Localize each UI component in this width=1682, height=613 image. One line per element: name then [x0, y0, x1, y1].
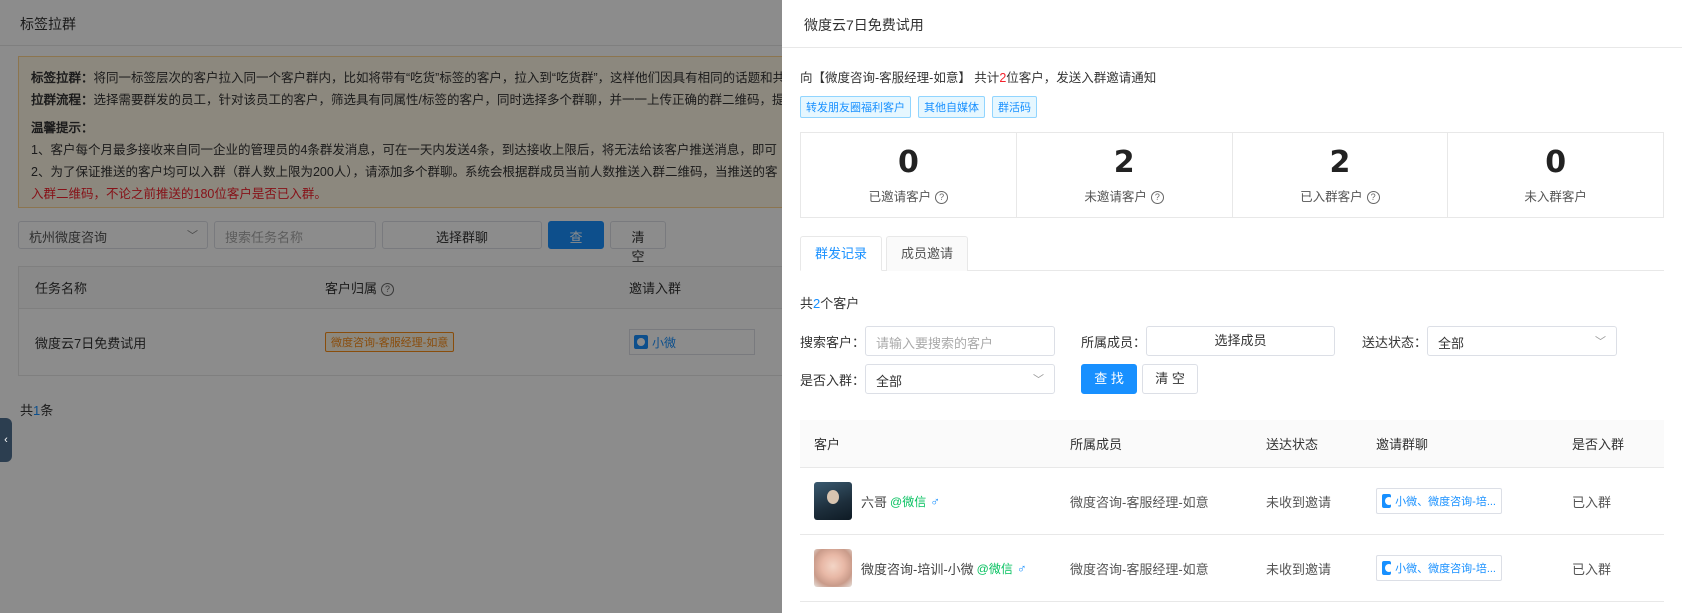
stats-panel: 0 已邀请客户? 2 未邀请客户? 2 已入群客户? 0 未入群客户: [800, 132, 1664, 218]
customer-total: 共2个客户: [800, 293, 1664, 312]
joined-label: 是否入群：: [800, 372, 866, 388]
status-cell: 未收到邀请: [1266, 561, 1332, 577]
stat-label: 已邀请客户: [868, 190, 932, 204]
total-prefix: 共: [800, 296, 814, 311]
column-header: 邀请群聊: [1376, 437, 1429, 452]
avatar: [814, 549, 852, 587]
group-icon: [1382, 561, 1394, 575]
male-icon: ♂: [930, 493, 940, 509]
tab-bar: 群发记录 成员邀请: [800, 236, 1664, 271]
tag-list: 转发朋友圈福利客户 其他自媒体 群活码: [800, 96, 1664, 118]
customer-tag: 群活码: [992, 96, 1037, 118]
clear-button[interactable]: 清 空: [1142, 364, 1199, 394]
customer-name: 六哥: [861, 494, 888, 510]
wechat-source: @微信: [976, 561, 1013, 576]
drawer-title: 微度云7日免费试用: [782, 0, 1682, 48]
stat-label: 未邀请客户: [1084, 190, 1147, 204]
customer-search-label: 搜索客户：: [800, 334, 866, 350]
joined-select[interactable]: 全部 ﹀: [865, 364, 1056, 394]
table-header: 客户 所属成员 送达状态 邀请群聊 是否入群: [800, 420, 1664, 468]
status-cell: 未收到邀请: [1266, 494, 1332, 510]
invite-suffix: 位客户，发送入群邀请通知: [1006, 71, 1157, 85]
total-suffix: 个客户: [820, 296, 860, 311]
detail-drawer: 微度云7日免费试用 向【微度咨询-客服经理-如意】 共计2位客户，发送入群邀请通…: [782, 0, 1682, 613]
stat-label: 未入群客户: [1524, 190, 1587, 204]
joined-select-value: 全部: [876, 374, 903, 389]
stat-value: 2: [1329, 145, 1351, 180]
help-icon[interactable]: ?: [1366, 191, 1380, 205]
stat-value: 0: [897, 145, 919, 180]
avatar: [814, 482, 852, 520]
joined-cell: 已入群: [1572, 561, 1612, 577]
member-label: 所属成员：: [1081, 334, 1147, 350]
customer-tag: 转发朋友圈福利客户: [800, 96, 911, 118]
group-chip-label: 小微、微度咨询-培...: [1395, 563, 1496, 575]
column-header: 是否入群: [1572, 437, 1625, 452]
column-header: 所属成员: [1070, 437, 1123, 452]
wechat-source: @微信: [890, 494, 927, 509]
stat-not-joined: 0 未入群客户: [1448, 133, 1663, 217]
group-chip[interactable]: 小微、微度咨询-培...: [1376, 555, 1502, 581]
stat-invited: 0 已邀请客户?: [801, 133, 1017, 217]
table-row[interactable]: 微度咨询-培训-小微 @微信 ♂ 微度咨询-客服经理-如意 未收到邀请 小微、微…: [800, 535, 1664, 602]
stat-not-invited: 2 未邀请客户?: [1017, 133, 1233, 217]
customer-tag: 其他自媒体: [918, 96, 985, 118]
filter-row: 搜索客户： 请输入要搜索的客户 所属成员： 选择成员 送达状态： 全部 ﹀: [800, 326, 1664, 356]
customer-name: 微度咨询-培训-小微: [861, 561, 974, 577]
filter-row: 是否入群： 全部 ﹀ 查 找 清 空: [800, 364, 1664, 394]
collapse-sidebar-button[interactable]: ‹: [0, 418, 12, 462]
column-header: 送达状态: [1266, 437, 1319, 452]
tab-member-invite[interactable]: 成员邀请: [886, 236, 969, 271]
status-label: 送达状态：: [1362, 334, 1428, 350]
customer-search-input[interactable]: 请输入要搜索的客户: [865, 326, 1056, 356]
status-select[interactable]: 全部 ﹀: [1427, 326, 1618, 356]
member-cell: 微度咨询-客服经理-如意: [1070, 494, 1209, 510]
stat-label: 已入群客户: [1300, 190, 1363, 204]
invite-summary: 向【微度咨询-客服经理-如意】 共计2位客户，发送入群邀请通知: [800, 67, 1664, 86]
search-button[interactable]: 查 找: [1081, 364, 1138, 394]
customer-table: 客户 所属成员 送达状态 邀请群聊 是否入群 六哥 @微信 ♂ 微度咨询-客服经…: [800, 420, 1664, 602]
column-header: 客户: [814, 437, 841, 452]
chevron-left-icon: ‹: [4, 434, 8, 446]
help-icon[interactable]: ?: [1150, 191, 1164, 205]
tab-broadcast-records[interactable]: 群发记录: [800, 236, 883, 271]
chevron-down-icon: ﹀: [1595, 336, 1607, 348]
joined-cell: 已入群: [1572, 494, 1612, 510]
group-chip-label: 小微、微度咨询-培...: [1395, 496, 1496, 508]
invite-prefix: 向【微度咨询-客服经理-如意】 共计: [800, 71, 1000, 85]
member-cell: 微度咨询-客服经理-如意: [1070, 561, 1209, 577]
stat-joined: 2 已入群客户?: [1233, 133, 1449, 217]
chevron-down-icon: ﹀: [1033, 374, 1045, 386]
stat-value: 0: [1545, 145, 1567, 180]
table-row[interactable]: 六哥 @微信 ♂ 微度咨询-客服经理-如意 未收到邀请 小微、微度咨询-培...…: [800, 468, 1664, 535]
stat-value: 2: [1113, 145, 1135, 180]
group-icon: [1382, 494, 1394, 508]
male-icon: ♂: [1016, 560, 1027, 576]
status-select-value: 全部: [1438, 336, 1465, 351]
choose-member-button[interactable]: 选择成员: [1146, 326, 1336, 356]
group-chip[interactable]: 小微、微度咨询-培...: [1376, 488, 1502, 514]
help-icon[interactable]: ?: [935, 191, 949, 205]
